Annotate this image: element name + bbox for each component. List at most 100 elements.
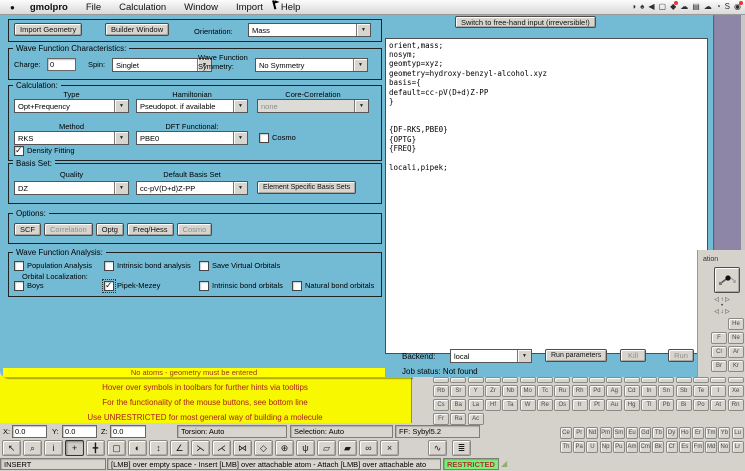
element-button-Np[interactable]: Np xyxy=(600,441,612,453)
type-select[interactable]: Opt+Frequency ▼ xyxy=(14,99,129,113)
element-button-Bk[interactable]: Bk xyxy=(652,441,664,453)
element-button-Cd[interactable]: Cd xyxy=(624,385,640,397)
terminal-icon[interactable]: ▢ xyxy=(659,0,667,14)
element-button-blank[interactable] xyxy=(537,377,553,383)
element-button-Te[interactable]: Te xyxy=(693,385,709,397)
pipek-mezey-checkbox[interactable]: Pipek-Mezey xyxy=(104,281,160,291)
element-button-Ru[interactable]: Ru xyxy=(554,385,570,397)
element-button-I[interactable]: I xyxy=(710,385,726,397)
builder-window-button[interactable]: Builder Window xyxy=(105,23,169,36)
element-button-Tb[interactable]: Tb xyxy=(652,427,664,439)
pointer-icon[interactable]: ↖ xyxy=(2,440,21,456)
symmetry-select[interactable]: No Symmetry ▼ xyxy=(255,58,368,72)
element-button-blank[interactable] xyxy=(589,377,605,383)
element-button-Gd[interactable]: Gd xyxy=(639,427,651,439)
element-button-At[interactable]: At xyxy=(710,399,726,411)
element-button-Au[interactable]: Au xyxy=(606,399,622,411)
element-button-Eu[interactable]: Eu xyxy=(626,427,638,439)
fragment-alt-icon[interactable]: ⋌ xyxy=(212,440,231,456)
shade-sphere-icon[interactable]: ◐ xyxy=(128,440,147,456)
element-button-Pt[interactable]: Pt xyxy=(589,399,605,411)
menu-item-file[interactable]: File xyxy=(77,2,110,13)
bond-stretch-icon[interactable]: ↕ xyxy=(149,440,168,456)
select-icon[interactable]: ▢ xyxy=(107,440,126,456)
attach-icon[interactable]: ⊕ xyxy=(275,440,294,456)
element-button-blank[interactable] xyxy=(554,377,570,383)
element-button-Pu[interactable]: Pu xyxy=(613,441,625,453)
screen-share-icon[interactable]: ▤ xyxy=(692,0,700,14)
element-button-Po[interactable]: Po xyxy=(693,399,709,411)
forcefield-field[interactable]: FF: Sybyl5.2 xyxy=(395,425,480,438)
resize-grip[interactable]: ◢ xyxy=(501,459,507,468)
restricted-badge[interactable]: RESTRICTED xyxy=(443,458,499,470)
save-virtual-orbitals-checkbox[interactable]: Save Virtual Orbitals xyxy=(199,261,280,271)
backend-select[interactable]: local ▼ xyxy=(450,349,532,363)
s-icon[interactable]: S xyxy=(725,0,730,14)
intrinsic-bond-analysis-checkbox[interactable]: Intrinsic bond analysis xyxy=(104,261,191,271)
element-button-blank[interactable] xyxy=(520,377,536,383)
element-button-Pm[interactable]: Pm xyxy=(600,427,612,439)
population-analysis-checkbox[interactable]: Population Analysis xyxy=(14,261,92,271)
element-button-blank[interactable] xyxy=(468,377,484,383)
plane-fill-icon[interactable]: ▰ xyxy=(338,440,357,456)
element-button-Tl[interactable]: Tl xyxy=(641,399,657,411)
element-button-Rb[interactable]: Rb xyxy=(433,385,449,397)
element-button-Lr[interactable]: Lr xyxy=(732,441,744,453)
torsion-icon[interactable]: ⋈ xyxy=(233,440,252,456)
move-icon[interactable]: ╋ xyxy=(86,440,105,456)
switch-freehand-button[interactable]: Switch to free-hand input (irreversible!… xyxy=(455,16,596,28)
element-button-Ba[interactable]: Ba xyxy=(450,399,466,411)
element-button-Cs[interactable]: Cs xyxy=(433,399,449,411)
element-button-Ne[interactable]: Ne xyxy=(728,332,744,344)
element-button-Pd[interactable]: Pd xyxy=(589,385,605,397)
run-parameters-button[interactable]: Run parameters xyxy=(545,349,607,362)
intrinsic-bond-orbitals-checkbox[interactable]: Intrinsic bond orbitals xyxy=(199,281,283,291)
element-button-Kr[interactable]: Kr xyxy=(728,360,744,372)
quality-select[interactable]: DZ ▼ xyxy=(14,181,129,195)
default-basis-select[interactable]: cc-pV(D+d)Z-PP ▼ xyxy=(136,181,248,195)
orientation-select[interactable]: Mass ▼ xyxy=(248,23,371,37)
element-button-Cm[interactable]: Cm xyxy=(639,441,651,453)
element-button-Y[interactable]: Y xyxy=(468,385,484,397)
element-button-Xe[interactable]: Xe xyxy=(728,385,744,397)
element-button-blank[interactable] xyxy=(624,377,640,383)
density-fitting-checkbox[interactable]: Density Fitting xyxy=(14,146,75,156)
element-button-Mo[interactable]: Mo xyxy=(520,385,536,397)
cosmo-checkbox[interactable]: Cosmo xyxy=(259,133,296,143)
menu-item-window[interactable]: Window xyxy=(175,2,227,13)
element-button-Pr[interactable]: Pr xyxy=(573,427,585,439)
element-button-Rn[interactable]: Rn xyxy=(728,399,744,411)
element-button-Cf[interactable]: Cf xyxy=(666,441,678,453)
globe-icon[interactable]: ◉ xyxy=(734,0,741,14)
molpro-input-editor[interactable]: orient,mass; nosym; geomtyp=xyz; geometr… xyxy=(385,38,708,354)
charge-input[interactable]: 0 xyxy=(47,58,76,71)
info-icon[interactable]: i xyxy=(44,440,63,456)
paw-icon[interactable]: ♠ xyxy=(640,0,644,14)
element-button-blank[interactable] xyxy=(572,377,588,383)
element-button-Ag[interactable]: Ag xyxy=(606,385,622,397)
natural-bond-orbitals-checkbox[interactable]: Natural bond orbitals xyxy=(292,281,374,291)
element-button-W[interactable]: W xyxy=(520,399,536,411)
x-input[interactable]: 0.0 xyxy=(12,425,47,438)
element-button-Bi[interactable]: Bi xyxy=(676,399,692,411)
element-button-Pa[interactable]: Pa xyxy=(573,441,585,453)
element-button-Re[interactable]: Re xyxy=(537,399,553,411)
spin-select[interactable]: Singlet ▼ xyxy=(112,58,212,72)
apple-menu-icon[interactable]: ● xyxy=(0,3,21,12)
element-button-Tc[interactable]: Tc xyxy=(537,385,553,397)
method-select[interactable]: RKS ▼ xyxy=(14,131,129,145)
element-button-Ta[interactable]: Ta xyxy=(502,399,518,411)
element-button-Tm[interactable]: Tm xyxy=(705,427,717,439)
element-button-Lu[interactable]: Lu xyxy=(732,427,744,439)
element-button-Zr[interactable]: Zr xyxy=(485,385,501,397)
docker-icon[interactable]: ◆ xyxy=(670,0,676,14)
element-button-Nd[interactable]: Nd xyxy=(586,427,598,439)
element-button-Hg[interactable]: Hg xyxy=(624,399,640,411)
element-button-Ho[interactable]: Ho xyxy=(679,427,691,439)
torsion-field[interactable]: Torsion: Auto xyxy=(177,425,287,438)
element-button-Md[interactable]: Md xyxy=(705,441,717,453)
element-button-Os[interactable]: Os xyxy=(554,399,570,411)
dft-functional-select[interactable]: PBE0 ▼ xyxy=(136,131,248,145)
ring-icon[interactable]: ◇ xyxy=(254,440,273,456)
list-icon[interactable]: ≣ xyxy=(452,440,471,456)
